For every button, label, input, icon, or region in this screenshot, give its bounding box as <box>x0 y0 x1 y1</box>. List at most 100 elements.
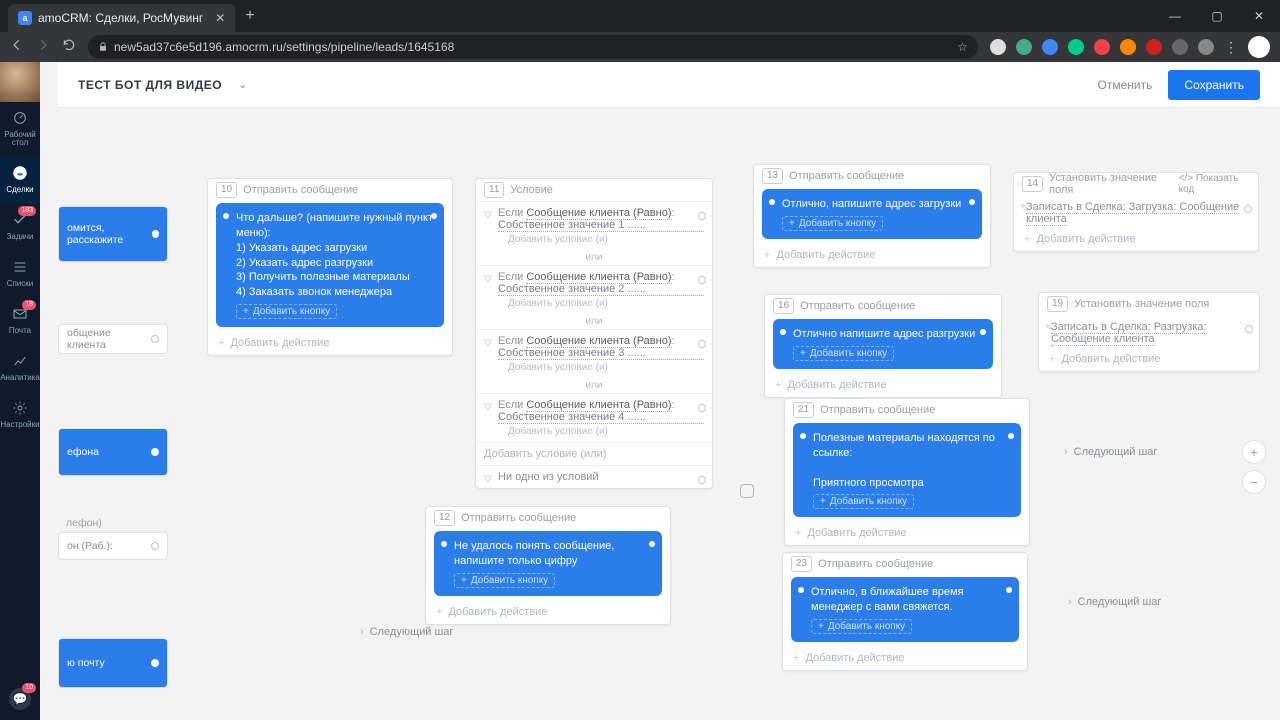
partial-card[interactable]: омится, расскажите <box>58 206 168 262</box>
step-14[interactable]: 14Установить значение поля</> Показать к… <box>1013 172 1259 252</box>
condition-row[interactable]: ▽Если Сообщение клиента (Равно):Собствен… <box>476 393 712 442</box>
add-button-action[interactable]: +Добавить кнопку <box>793 346 894 361</box>
message-card[interactable]: Что дальше? (напишите нужный пункт меню)… <box>216 203 444 327</box>
step-13[interactable]: 13Отправить сообщение Отлично, напишите … <box>753 164 991 268</box>
zoom-in-button[interactable]: + <box>1242 440 1266 464</box>
maximize-icon[interactable]: ▢ <box>1196 9 1238 23</box>
browser-titlebar: a amoCRM: Сделки, РосМувинг ✕ + — ▢ ✕ <box>0 0 1280 32</box>
partial-card[interactable]: ю почту <box>58 638 168 688</box>
avatar[interactable] <box>0 62 40 102</box>
output-port[interactable] <box>698 276 706 284</box>
ext-icon[interactable] <box>1120 39 1136 55</box>
star-icon[interactable]: ☆ <box>957 40 968 54</box>
set-field-row[interactable]: ✎Записать в Сделка: Загрузка: Сообщение … <box>1014 195 1258 229</box>
message-card[interactable]: Не удалось понять сообщение, напишите то… <box>434 531 662 596</box>
sidebar-item-tasks[interactable]: Задачи <box>0 204 40 251</box>
sidebar-item-deals[interactable]: Сделки <box>0 157 40 204</box>
message-card[interactable]: Отлично, напишите адрес загрузки+Добавит… <box>762 189 982 239</box>
profile-icon[interactable] <box>1248 36 1270 58</box>
close-icon[interactable]: ✕ <box>215 11 225 25</box>
next-step-link[interactable]: Следующий шаг <box>1064 446 1157 458</box>
add-action-button[interactable]: Добавить действие <box>783 648 1027 670</box>
partial-text: ефона <box>67 446 99 458</box>
ext-icon[interactable] <box>1198 39 1214 55</box>
sidebar-item-mail[interactable]: Почта <box>0 298 40 345</box>
set-field-row[interactable]: ✎Записать в Сделка: Разгрузка: Сообщение… <box>1039 315 1259 349</box>
next-step-link[interactable]: Следующий шаг <box>1068 596 1161 608</box>
step-23[interactable]: 23Отправить сообщение Отлично, в ближайш… <box>782 552 1028 671</box>
reload-icon[interactable] <box>62 38 76 57</box>
add-button-action[interactable]: +Добавить кнопку <box>782 216 883 231</box>
ext-icon[interactable] <box>990 39 1006 55</box>
step-11-condition[interactable]: 11Условие ▽Если Сообщение клиента (Равно… <box>475 178 713 489</box>
add-button-action[interactable]: +Добавить кнопку <box>813 494 914 509</box>
add-and-condition[interactable]: Добавить условие (и) <box>508 234 704 245</box>
ext-icon[interactable] <box>1042 39 1058 55</box>
minimize-icon[interactable]: — <box>1154 9 1196 23</box>
new-tab-button[interactable]: + <box>245 7 254 25</box>
condition-row[interactable]: ▽Если Сообщение клиента (Равно):Собствен… <box>476 201 712 250</box>
close-window-icon[interactable]: ✕ <box>1238 9 1280 23</box>
add-button-action[interactable]: +Добавить кнопку <box>236 304 337 319</box>
partial-card[interactable]: общение клиента <box>58 324 168 354</box>
chevron-down-icon[interactable]: ⌄ <box>238 78 247 91</box>
output-port[interactable] <box>1244 205 1252 213</box>
add-action-button[interactable]: Добавить действие <box>785 523 1029 545</box>
menu-icon[interactable]: ⋮ <box>1224 39 1238 55</box>
add-button-action[interactable]: +Добавить кнопку <box>811 619 912 634</box>
message-card[interactable]: Отлично напишите адрес разгрузки+Добавит… <box>773 319 993 369</box>
condition-row[interactable]: ▽Если Сообщение клиента (Равно):Собствен… <box>476 329 712 378</box>
ext-icon[interactable] <box>1172 39 1188 55</box>
add-and-condition[interactable]: Добавить условие (и) <box>508 426 704 437</box>
add-action-button[interactable]: Добавить действие <box>765 375 1001 397</box>
add-or-condition[interactable]: Добавить условие (или) <box>476 442 712 465</box>
step-12[interactable]: 12Отправить сообщение Не удалось понять … <box>425 506 671 625</box>
step-16[interactable]: 16Отправить сообщение Отлично напишите а… <box>764 294 1002 398</box>
partial-card[interactable]: он (Раб.): <box>58 532 168 560</box>
output-port[interactable] <box>698 404 706 412</box>
show-code-button[interactable]: </> Показать код <box>1179 173 1250 195</box>
add-action-button[interactable]: Добавить действие <box>426 602 670 624</box>
message-card[interactable]: Полезные материалы находятся по ссылке: … <box>793 423 1021 517</box>
add-and-condition[interactable]: Добавить условие (и) <box>508 298 704 309</box>
sidebar-item-lists[interactable]: Списки <box>0 251 40 298</box>
none-condition[interactable]: ▽Ни одно из условий <box>476 465 712 488</box>
add-action-button[interactable]: Добавить действие <box>1014 229 1258 251</box>
ext-icon[interactable] <box>1094 39 1110 55</box>
add-action-button[interactable]: Добавить действие <box>1039 349 1259 371</box>
sidebar-chat[interactable]: 💬 <box>9 688 31 720</box>
step-10[interactable]: 10Отправить сообщение Что дальше? (напиш… <box>207 178 453 356</box>
add-and-condition[interactable]: Добавить условие (и) <box>508 362 704 373</box>
omnibox[interactable]: new5ad37c6e5d196.amocrm.ru/settings/pipe… <box>88 35 978 59</box>
output-port[interactable] <box>698 340 706 348</box>
back-icon[interactable] <box>10 38 24 57</box>
ext-icon[interactable] <box>1146 39 1162 55</box>
or-separator: или <box>476 314 712 329</box>
sidebar-item-desktop[interactable]: Рабочий стол <box>0 102 40 157</box>
add-button-action[interactable]: +Добавить кнопку <box>454 573 555 588</box>
window-buttons: — ▢ ✕ <box>1154 9 1280 23</box>
partial-card[interactable]: ефона <box>58 428 168 476</box>
add-action-button[interactable]: Добавить действие <box>208 333 452 355</box>
step-19[interactable]: 19Установить значение поля ✎Записать в С… <box>1038 292 1260 372</box>
browser-tab[interactable]: a amoCRM: Сделки, РосМувинг ✕ <box>8 4 235 32</box>
forward-icon[interactable] <box>36 38 50 57</box>
output-port[interactable] <box>1245 325 1253 333</box>
cancel-button[interactable]: Отменить <box>1098 78 1153 92</box>
message-card[interactable]: Отлично, в ближайшее время менеджер с ва… <box>791 577 1019 642</box>
add-action-button[interactable]: Добавить действие <box>754 245 990 267</box>
save-button[interactable]: Сохранить <box>1168 70 1260 100</box>
output-port[interactable] <box>698 476 706 484</box>
condition-row[interactable]: ▽Если Сообщение клиента (Равно):Собствен… <box>476 265 712 314</box>
bot-canvas[interactable]: омится, расскажите общение клиента ефона… <box>40 108 1280 720</box>
sidebar-item-settings[interactable]: Настройки <box>0 392 40 439</box>
next-step-link[interactable]: Следующий шаг <box>360 626 453 638</box>
tab-title: amoCRM: Сделки, РосМувинг <box>38 11 203 25</box>
ext-icon[interactable] <box>1016 39 1032 55</box>
ext-icon[interactable] <box>1068 39 1084 55</box>
zoom-out-button[interactable]: − <box>1242 470 1266 494</box>
pipeline-title[interactable]: ТЕСТ БОТ ДЛЯ ВИДЕО <box>78 78 222 92</box>
sidebar-item-analytics[interactable]: Аналитика <box>0 345 40 392</box>
step-21[interactable]: 21Отправить сообщение Полезные материалы… <box>784 398 1030 546</box>
output-port[interactable] <box>698 212 706 220</box>
